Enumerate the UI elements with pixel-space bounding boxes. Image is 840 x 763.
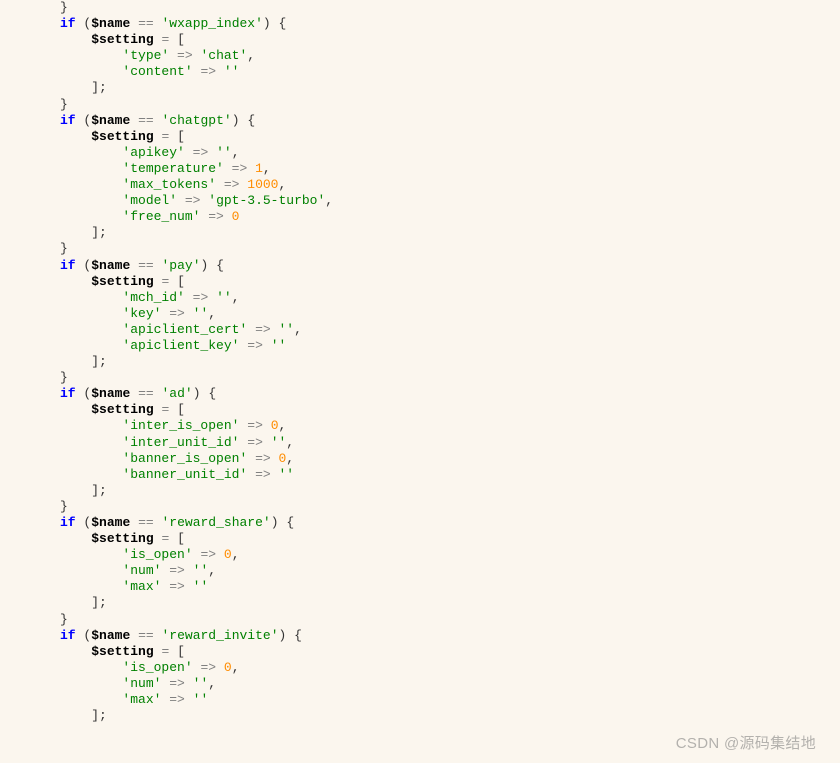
php-code-block: } if ($name == 'wxapp_index') { $setting… xyxy=(0,0,840,724)
watermark-text: CSDN @源码集结地 xyxy=(676,732,816,753)
